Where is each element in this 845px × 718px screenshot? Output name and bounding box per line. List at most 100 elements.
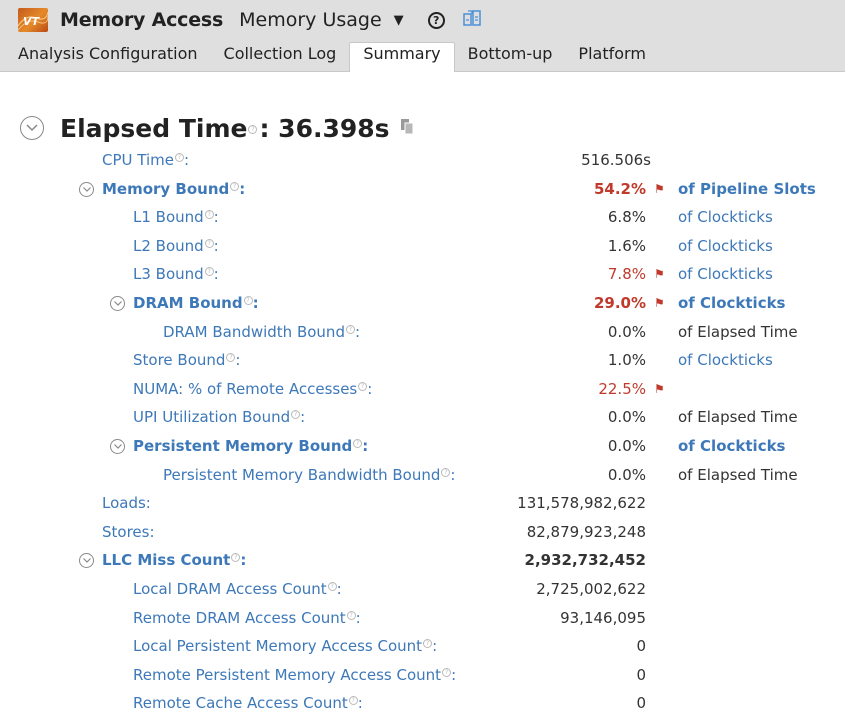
metric-label[interactable]: Remote DRAM Access Count?: <box>133 604 361 633</box>
collapse-icon[interactable] <box>20 116 44 140</box>
metric-label[interactable]: L2 Bound?: <box>133 232 219 261</box>
tab-platform[interactable]: Platform <box>565 43 658 71</box>
help-icon[interactable]: ? <box>348 696 358 706</box>
tab-summary[interactable]: Summary <box>349 42 455 72</box>
collapse-icon[interactable] <box>79 181 94 197</box>
metric-unit[interactable]: of Clockticks <box>678 232 773 261</box>
question-circle-icon[interactable]: ? <box>427 11 445 29</box>
tab-analysis-configuration[interactable]: Analysis Configuration <box>7 43 211 71</box>
metric-unit[interactable]: of Clockticks <box>678 432 785 461</box>
elapsed-time-label[interactable]: Elapsed Time <box>60 114 247 143</box>
metric-row-l3-bound: L3 Bound?: 7.8% ⚑ of Clockticks <box>0 260 845 289</box>
metric-row-persistent-memory-bound: Persistent Memory Bound?: 0.0% of Clockt… <box>0 432 845 461</box>
metric-row-cpu-time: CPU Time?: 516.506s <box>0 146 845 175</box>
metric-row-l2-bound: L2 Bound?: 1.6% of Clockticks <box>0 232 845 261</box>
metric-value: 1.6% <box>607 236 646 255</box>
metric-row-llc-miss-count: LLC Miss Count?: 2,932,732,452 <box>0 546 845 575</box>
help-icon[interactable]: ? <box>345 324 355 334</box>
flag-icon: ⚑ <box>654 381 665 396</box>
metric-row-remote-cache-access-count: Remote Cache Access Count?: 0 <box>0 689 845 718</box>
help-icon[interactable]: ? <box>174 153 184 162</box>
metric-row-numa-remote-accesses: NUMA: % of Remote Accesses?: 22.5% ⚑ <box>0 375 845 404</box>
metric-value: 131,578,982,622 <box>517 494 646 513</box>
metric-value: 22.5% <box>598 379 646 398</box>
metric-unit[interactable]: of Clockticks <box>678 346 773 375</box>
metric-row-dram-bound: DRAM Bound?: 29.0% ⚑ of Clockticks <box>0 289 845 318</box>
metric-row-persistent-memory-bandwidth-bound: Persistent Memory Bandwidth Bound?: 0.0%… <box>0 461 845 490</box>
help-icon[interactable]: ? <box>204 267 214 277</box>
help-icon[interactable]: ? <box>231 553 241 563</box>
elapsed-time-value: : 36.398s <box>259 113 390 143</box>
metric-unit[interactable]: of Pipeline Slots <box>678 175 816 204</box>
metric-label[interactable]: Local DRAM Access Count?: <box>133 575 342 604</box>
metric-label[interactable]: Store Bound?: <box>133 346 240 375</box>
flag-icon: ⚑ <box>654 295 665 310</box>
metric-label[interactable]: Remote Cache Access Count?: <box>133 689 363 718</box>
help-icon[interactable]: ? <box>291 410 301 420</box>
metric-label[interactable]: L3 Bound?: <box>133 260 219 289</box>
collapse-icon[interactable] <box>110 295 125 311</box>
metric-label[interactable]: L1 Bound?: <box>133 203 219 232</box>
tab-collection-log[interactable]: Collection Log <box>211 43 350 71</box>
metric-row-local-dram-access-count: Local DRAM Access Count?: 2,725,002,622 <box>0 575 845 604</box>
metric-row-dram-bandwidth-bound: DRAM Bandwidth Bound?: 0.0% of Elapsed T… <box>0 318 845 347</box>
chevron-down-icon: ▼ <box>393 12 404 28</box>
help-icon[interactable]: ? <box>204 238 214 248</box>
help-icon[interactable]: ? <box>442 667 452 677</box>
metric-value: 516.506s <box>581 151 651 169</box>
metric-label[interactable]: Persistent Memory Bound?: <box>133 432 368 461</box>
metric-unit[interactable]: of Clockticks <box>678 289 785 318</box>
metric-unit: of Elapsed Time <box>678 465 798 484</box>
collapse-icon[interactable] <box>79 553 94 569</box>
help-icon[interactable]: ? <box>423 639 433 649</box>
metric-value: 7.8% <box>607 265 646 284</box>
tab-bar: Analysis Configuration Collection Log Su… <box>0 40 845 72</box>
view-select-dropdown[interactable]: Memory Usage ▼ <box>239 9 404 31</box>
metric-label[interactable]: DRAM Bound?: <box>133 289 259 318</box>
metric-value: 0.0% <box>607 408 646 427</box>
metric-unit[interactable]: of Clockticks <box>678 260 773 289</box>
copy-icon[interactable] <box>400 118 414 139</box>
metric-row-store-bound: Store Bound?: 1.0% of Clockticks <box>0 346 845 375</box>
metric-label[interactable]: Loads: <box>102 489 151 518</box>
metric-label[interactable]: Local Persistent Memory Access Count?: <box>133 632 437 661</box>
help-icon[interactable]: ? <box>346 610 356 620</box>
flag-icon: ⚑ <box>654 181 665 196</box>
help-icon[interactable]: ? <box>327 581 337 591</box>
metric-label[interactable]: LLC Miss Count?: <box>102 546 246 575</box>
metric-value: 0 <box>636 694 646 713</box>
metric-value: 29.0% <box>593 293 646 312</box>
help-icon[interactable]: ? <box>248 125 258 134</box>
metric-value: 0 <box>636 665 646 684</box>
app-title: Memory Access <box>60 9 224 31</box>
metric-value: 0.0% <box>607 436 646 455</box>
metric-label[interactable]: CPU Time?: <box>102 146 189 175</box>
metric-row-memory-bound: Memory Bound?: 54.2% ⚑ of Pipeline Slots <box>0 175 845 204</box>
metric-row-l1-bound: L1 Bound?: 6.8% of Clockticks <box>0 203 845 232</box>
metric-label[interactable]: Memory Bound?: <box>102 175 245 204</box>
metric-value: 6.8% <box>607 208 646 227</box>
metric-label[interactable]: UPI Utilization Bound?: <box>133 403 305 432</box>
metric-value: 2,932,732,452 <box>524 551 646 570</box>
metric-unit[interactable]: of Clockticks <box>678 203 773 232</box>
metric-row-remote-persistent-memory-access-count: Remote Persistent Memory Access Count?: … <box>0 661 845 690</box>
metric-value: 93,146,095 <box>560 608 646 627</box>
help-icon[interactable]: ? <box>243 295 253 305</box>
metric-label[interactable]: Remote Persistent Memory Access Count?: <box>133 661 456 690</box>
metric-label[interactable]: DRAM Bandwidth Bound?: <box>163 318 360 347</box>
help-icon[interactable]: ? <box>230 181 240 191</box>
metric-label[interactable]: Stores: <box>102 518 155 547</box>
flag-icon: ⚑ <box>654 267 665 282</box>
metric-unit: of Elapsed Time <box>678 322 798 341</box>
title-bar: VT Memory Access Memory Usage ▼ ? <box>0 0 845 40</box>
help-icon[interactable]: ? <box>353 438 363 448</box>
tab-bottom-up[interactable]: Bottom-up <box>455 43 566 71</box>
metric-row-loads: Loads: 131,578,982,622 <box>0 489 845 518</box>
metric-label[interactable]: NUMA: % of Remote Accesses?: <box>133 375 372 404</box>
metric-label[interactable]: Persistent Memory Bandwidth Bound?: <box>163 461 455 490</box>
metric-row-local-persistent-memory-access-count: Local Persistent Memory Access Count?: 0 <box>0 632 845 661</box>
compare-results-icon[interactable] <box>462 9 481 31</box>
help-icon[interactable]: ? <box>204 210 214 220</box>
help-icon[interactable]: ? <box>358 381 368 391</box>
collapse-icon[interactable] <box>110 438 125 454</box>
